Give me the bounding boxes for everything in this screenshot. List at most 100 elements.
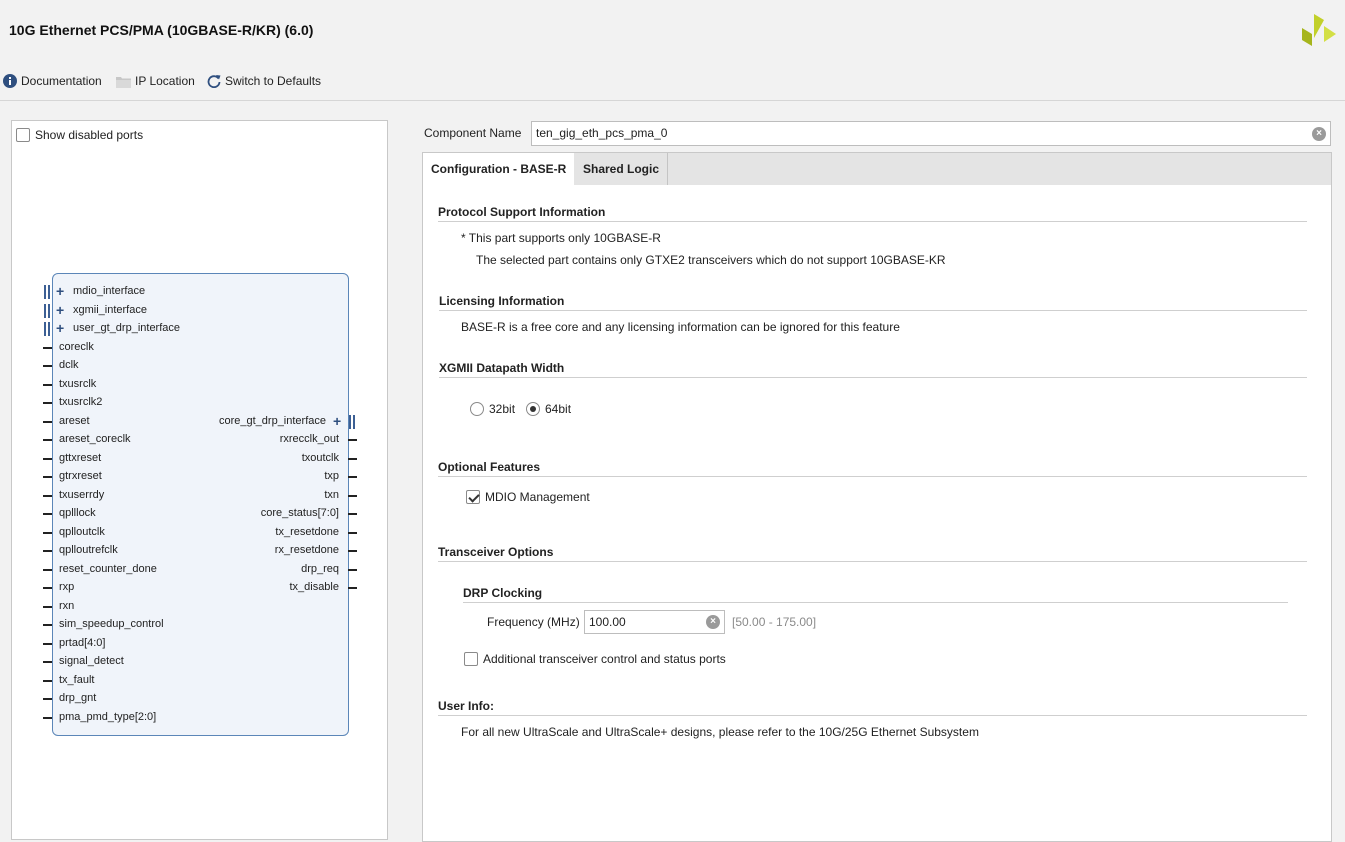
clear-component-name-icon[interactable]: × xyxy=(1312,127,1326,141)
show-disabled-ports-option[interactable]: Show disabled ports xyxy=(16,128,143,142)
port-label: txoutclk xyxy=(301,451,339,464)
component-name-label: Component Name xyxy=(424,126,522,140)
port-pin xyxy=(43,624,52,626)
transceiver-section-title: Transceiver Options xyxy=(438,545,554,559)
mdio-management-checkbox[interactable] xyxy=(466,490,480,504)
refresh-icon xyxy=(207,75,221,88)
expand-plus-icon: + xyxy=(56,320,65,336)
frequency-input[interactable]: 100.00 × xyxy=(584,610,725,634)
mdio-management-option[interactable]: MDIO Management xyxy=(466,490,590,504)
xgmii-64bit-option[interactable]: 64bit xyxy=(526,402,571,416)
additional-ports-option[interactable]: Additional transceiver control and statu… xyxy=(464,652,726,666)
expand-plus-icon: + xyxy=(56,283,65,299)
port-pin xyxy=(43,568,52,571)
frequency-range: [50.00 - 175.00] xyxy=(732,615,817,629)
additional-ports-checkbox[interactable] xyxy=(464,652,478,666)
port-pin xyxy=(43,513,52,515)
ip-location-button[interactable]: IP Location xyxy=(116,74,195,88)
port-pin xyxy=(43,605,52,608)
tab-configuration-base-r[interactable]: Configuration - BASE-R xyxy=(423,153,575,185)
protocol-line-1: * This part supports only 10GBASE-R xyxy=(461,231,661,245)
port-label: tx_resetdone xyxy=(275,525,339,538)
port-pin xyxy=(43,494,52,497)
component-name-field[interactable]: ten_gig_eth_pcs_pma_0 × xyxy=(531,121,1331,146)
port-label: qplllock xyxy=(59,507,96,519)
port-pin xyxy=(348,439,357,441)
expand-plus-icon: + xyxy=(333,412,342,429)
bus-port-label: core_gt_drp_interface xyxy=(218,414,326,427)
info-icon xyxy=(3,74,17,88)
switch-defaults-label: Switch to Defaults xyxy=(225,74,322,88)
port-pin xyxy=(43,383,52,386)
ip-location-label: IP Location xyxy=(135,74,195,88)
port-pin xyxy=(348,587,357,589)
mdio-management-label: MDIO Management xyxy=(485,490,590,504)
port-pin xyxy=(43,550,52,552)
user-info-text: For all new UltraScale and UltraScale+ d… xyxy=(461,725,979,739)
xgmii-divider xyxy=(439,377,1307,378)
port-label: gtrxreset xyxy=(59,470,102,482)
additional-ports-label: Additional transceiver control and statu… xyxy=(483,652,726,666)
bus-port-label: user_gt_drp_interface xyxy=(73,322,181,334)
port-label: drp_req xyxy=(301,562,339,575)
port-label: sim_speedup_control xyxy=(59,618,164,630)
port-pin xyxy=(43,420,52,423)
port-label: rx_resetdone xyxy=(274,544,339,556)
licensing-text: BASE-R is a free core and any licensing … xyxy=(461,320,900,334)
port-pin xyxy=(348,531,357,534)
port-label: areset xyxy=(59,414,90,427)
xgmii-32bit-radio[interactable] xyxy=(470,402,484,416)
protocol-divider xyxy=(438,221,1307,222)
port-label: gttxreset xyxy=(59,451,102,464)
port-label: tx_disable xyxy=(289,581,339,593)
documentation-label: Documentation xyxy=(21,74,102,88)
licensing-section-title: Licensing Information xyxy=(439,294,565,308)
bus-port-marker xyxy=(349,414,355,429)
port-pin xyxy=(43,661,52,663)
bus-port-marker xyxy=(44,322,50,336)
port-pin xyxy=(43,402,52,404)
port-label: pma_pmd_type[2:0] xyxy=(59,710,157,723)
drp-clocking-title: DRP Clocking xyxy=(463,586,543,600)
port-label: txusrclk xyxy=(59,377,97,390)
port-pin xyxy=(43,679,52,682)
switch-defaults-button[interactable]: Switch to Defaults xyxy=(207,74,321,88)
show-disabled-checkbox[interactable] xyxy=(16,128,30,142)
port-label: txp xyxy=(324,470,339,482)
port-label: qplloutrefclk xyxy=(59,544,118,556)
port-label: rxn xyxy=(59,599,75,612)
frequency-label: Frequency (MHz) xyxy=(487,615,580,629)
optional-section-title: Optional Features xyxy=(438,460,541,474)
port-pin xyxy=(348,494,357,497)
xgmii-32bit-option[interactable]: 32bit xyxy=(470,402,515,416)
port-label: txuserrdy xyxy=(59,488,105,501)
user-info-title: User Info: xyxy=(438,699,495,713)
component-name-value: ten_gig_eth_pcs_pma_0 xyxy=(536,126,668,140)
port-label: dclk xyxy=(59,359,79,371)
frequency-value: 100.00 xyxy=(589,615,626,629)
xgmii-64bit-radio[interactable] xyxy=(526,402,540,416)
tab-shared-logic[interactable]: Shared Logic xyxy=(575,153,669,185)
window-title: 10G Ethernet PCS/PMA (10GBASE-R/KR) (6.0… xyxy=(9,22,314,38)
port-label: areset_coreclk xyxy=(59,433,131,445)
licensing-divider xyxy=(439,310,1307,311)
port-label: core_status[7:0] xyxy=(260,507,339,519)
port-pin xyxy=(43,365,52,367)
port-pin xyxy=(348,457,357,460)
protocol-section-title: Protocol Support Information xyxy=(438,205,606,219)
bus-port-label: mdio_interface xyxy=(73,285,146,297)
port-label: signal_detect xyxy=(59,655,124,667)
show-disabled-label: Show disabled ports xyxy=(35,128,144,142)
xilinx-logo xyxy=(1302,14,1336,46)
xgmii-32bit-label: 32bit xyxy=(489,402,516,416)
documentation-button[interactable]: Documentation xyxy=(3,74,102,88)
protocol-line-2: The selected part contains only GTXE2 tr… xyxy=(476,253,946,267)
port-pin xyxy=(43,439,52,441)
port-pin xyxy=(43,346,52,349)
port-label: qplloutclk xyxy=(59,525,105,538)
port-label: rxrecclk_out xyxy=(279,433,339,445)
port-pin xyxy=(43,457,52,460)
optional-divider xyxy=(438,476,1307,477)
clear-frequency-icon[interactable]: × xyxy=(706,615,720,629)
port-pin xyxy=(348,550,357,552)
